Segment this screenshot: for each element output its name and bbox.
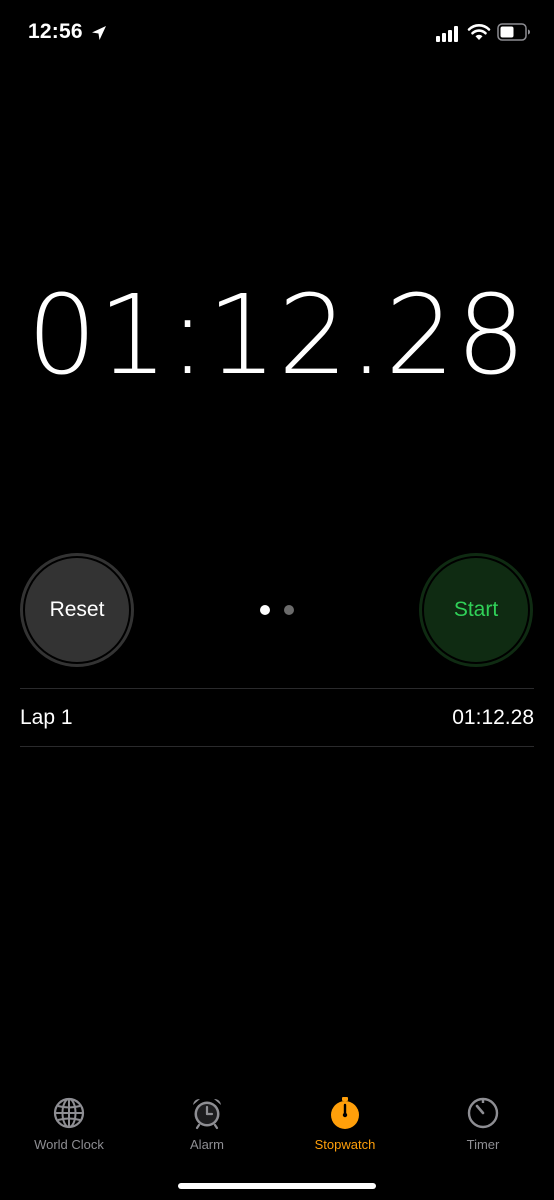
tab-bar: World Clock Alarm Stopwatch Timer — [0, 1090, 554, 1160]
lap-row: Lap 1 01:12.28 — [20, 689, 534, 746]
lap-row-divider — [20, 746, 534, 747]
reset-button[interactable]: Reset — [20, 553, 134, 667]
page-dot-inactive[interactable] — [284, 605, 294, 615]
status-time: 12:56 — [28, 20, 83, 43]
start-button-label: Start — [422, 556, 530, 664]
lap-time: 01:12.28 — [452, 706, 534, 729]
tab-label: World Clock — [34, 1137, 104, 1152]
timer-icon — [467, 1097, 499, 1129]
tab-label: Stopwatch — [314, 1137, 376, 1152]
tab-label: Timer — [466, 1137, 500, 1152]
location-arrow-icon — [92, 26, 106, 40]
reset-button-label: Reset — [23, 556, 131, 664]
tab-label: Alarm — [190, 1137, 224, 1152]
tab-alarm[interactable]: Alarm — [138, 1090, 276, 1160]
home-indicator[interactable] — [178, 1183, 376, 1189]
tab-world-clock[interactable]: World Clock — [0, 1090, 138, 1160]
globe-icon — [53, 1097, 85, 1129]
start-button[interactable]: Start — [419, 553, 533, 667]
cellular-signal-icon — [436, 26, 458, 42]
lap-label: Lap 1 — [20, 706, 73, 729]
status-bar: 12:56 — [0, 0, 554, 66]
tab-stopwatch[interactable]: Stopwatch — [276, 1090, 414, 1160]
page-indicator[interactable] — [260, 605, 300, 617]
stopwatch-icon — [331, 1097, 359, 1129]
page-dot-active[interactable] — [260, 605, 270, 615]
tab-timer[interactable]: Timer — [414, 1090, 552, 1160]
alarm-clock-icon — [193, 1099, 221, 1130]
battery-icon — [497, 23, 530, 41]
elapsed-time-display: 01:12.28 — [27, 271, 527, 399]
wifi-icon — [467, 24, 491, 40]
